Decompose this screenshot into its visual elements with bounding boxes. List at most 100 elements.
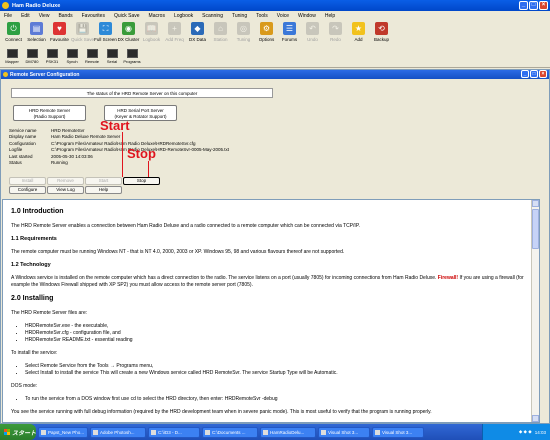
document-scrollbar[interactable] <box>531 200 539 422</box>
stop-button[interactable]: Stop <box>123 177 160 185</box>
toolbar-full-screen-button[interactable]: ⛶ Full Screen <box>94 20 117 47</box>
menu-bar: File Edit View Bands Favourites Quick Save Mac… <box>0 11 550 20</box>
info-value: Ham Radio Deluxe Remote Server <box>51 134 121 140</box>
para-debug: You see the service running with full de… <box>11 409 432 415</box>
start-annotation: Start <box>100 118 130 133</box>
maximize-button[interactable]: □ <box>529 1 538 10</box>
add-star-icon: ★ <box>352 22 365 35</box>
toolbar-favourite-button[interactable]: ♥ Favourite <box>48 20 71 47</box>
toolbar-undo-button[interactable]: ↶ Undo <box>301 20 324 47</box>
info-value: HRD RemoteSvr <box>51 127 85 133</box>
toolbar2-mapper-button[interactable]: Mapper <box>2 48 22 67</box>
install-step: Select Install to install the service Th… <box>25 370 531 377</box>
menu-item-macros[interactable]: Macros <box>149 13 165 19</box>
toolbar-button-label: Tuning <box>236 37 251 42</box>
toolbar2-serial-button[interactable]: Serial <box>102 48 122 67</box>
inner-close-button[interactable]: × <box>539 70 547 78</box>
close-button[interactable]: × <box>539 1 548 10</box>
toolbar-logbook-button[interactable]: 📖 Logbook <box>140 20 163 47</box>
toolbar2-button-label: Serial <box>106 59 118 64</box>
inner-minimize-button[interactable]: _ <box>521 70 529 78</box>
menu-item-scanning[interactable]: Scanning <box>202 13 223 19</box>
file-item: HRDRemoteSvr README.txt - essential read… <box>25 337 531 344</box>
toolbar-backup-button[interactable]: ⟲ Backup <box>370 20 393 47</box>
service-control-buttons: Install Remove Start Stop <box>9 177 160 185</box>
taskbar-task[interactable]: C:\Documents ... <box>202 426 258 438</box>
toolbar2-synch-button[interactable]: Synch <box>62 48 82 67</box>
toolbar2-remote-button[interactable]: Remote <box>82 48 102 67</box>
toolbar-dx-data-button[interactable]: ◆ DX Data <box>186 20 209 47</box>
toolbar-add-freq-button[interactable]: + Add Freq <box>163 20 186 47</box>
toolbar-forums-button[interactable]: ☰ Forums <box>278 20 301 47</box>
menu-item-file[interactable]: File <box>4 13 12 19</box>
toolbar2-programs-button[interactable]: Programs <box>122 48 142 67</box>
stop-annotation-line <box>148 161 149 177</box>
scroll-thumb[interactable] <box>532 209 539 249</box>
info-value: 2005-05-30 14:03:06 <box>51 153 93 159</box>
view-log-button[interactable]: View Log <box>47 186 84 194</box>
menu-item-help[interactable]: Help <box>325 13 335 19</box>
menu-item-tuning[interactable]: Tuning <box>232 13 247 19</box>
menu-item-favourites[interactable]: Favourites <box>82 13 105 19</box>
favourite-icon: ♥ <box>53 22 66 35</box>
windows-flag-icon <box>4 429 10 435</box>
info-key: Display name <box>9 134 37 140</box>
dx-data-icon: ◆ <box>191 22 204 35</box>
menu-item-tools[interactable]: Tools <box>256 13 268 19</box>
toolbar-tuning-button[interactable]: ◎ Tuning <box>232 20 255 47</box>
taskbar-task[interactable]: HamRadioDelu... <box>260 426 316 438</box>
scroll-down-arrow[interactable] <box>532 415 539 422</box>
menu-item-view[interactable]: View <box>39 13 50 19</box>
menu-item-logbook[interactable]: Logbook <box>174 13 193 19</box>
taskbar-task[interactable]: Visual Shot 3... <box>318 426 370 438</box>
toolbar-connect-button[interactable]: ⏻ Connect <box>2 20 25 47</box>
toolbar-options-button[interactable]: ⚙ Options <box>255 20 278 47</box>
toolbar2-dm780-button[interactable]: DM780 <box>22 48 42 67</box>
task-label: Visual Shot 3... <box>382 429 413 435</box>
taskbar-task[interactable]: Visual Shot 3... <box>372 426 424 438</box>
redo-icon: ↷ <box>329 22 342 35</box>
info-key: Logfile <box>9 147 23 153</box>
toolbar-button-label: Quick Save <box>71 37 95 42</box>
remove-button[interactable]: Remove <box>47 177 84 185</box>
configure-button[interactable]: Configure <box>9 186 46 194</box>
taskbar-task[interactable]: Adobe Photosh... <box>90 426 146 438</box>
taskbar-task[interactable]: Papst_New Pho... <box>38 426 88 438</box>
heading-technology: 1.2 Technology <box>11 262 51 268</box>
tray-icons: ◆ ◆ ◆ <box>518 429 532 434</box>
toolbar2-psk31-button[interactable]: PSK31 <box>42 48 62 67</box>
para-files: The HRD Remote Server files are: <box>11 310 88 316</box>
full-screen-icon: ⛶ <box>99 22 112 35</box>
menu-item-voice[interactable]: Voice <box>277 13 289 19</box>
minimize-button[interactable]: _ <box>519 1 528 10</box>
undo-icon: ↶ <box>306 22 319 35</box>
app-title: Ham Radio Deluxe <box>12 2 61 9</box>
help-button[interactable]: Help <box>85 186 122 194</box>
menu-item-quick-save[interactable]: Quick Save <box>114 13 140 19</box>
install-button[interactable]: Install <box>9 177 46 185</box>
toolbar-quick-save-button[interactable]: 💾 Quick Save <box>71 20 94 47</box>
system-tray: ◆ ◆ ◆ 14:03 <box>482 424 550 440</box>
add-freq-icon: + <box>168 22 181 35</box>
secondary-toolbar: Mapper DM780 PSK31 Synch Remote Serial Program… <box>0 48 550 68</box>
readme-document[interactable]: 1.0 Introduction The HRD Remote Server e… <box>2 199 540 423</box>
scroll-up-arrow[interactable] <box>532 200 539 207</box>
hrd-remote-server-button[interactable]: HRD Remote Server (Radio Support) <box>13 105 86 121</box>
menu-item-edit[interactable]: Edit <box>21 13 30 19</box>
toolbar-selection-button[interactable]: ▤ Selection <box>25 20 48 47</box>
toolbar-station-button[interactable]: ⌂ Station <box>209 20 232 47</box>
remote-server-config-window: Remote Server Configuration _ □ × The st… <box>0 69 550 424</box>
toolbar-button-label: DX Cluster <box>117 37 140 42</box>
start-button[interactable]: スタート <box>0 424 36 440</box>
file-item: HRDRemoteSvr.cfg - configuration file, a… <box>25 330 531 337</box>
toolbar-redo-button[interactable]: ↷ Redo <box>324 20 347 47</box>
technology-text: A Windows service is installed on the re… <box>11 275 437 281</box>
start-button[interactable]: Start <box>85 177 122 185</box>
inner-maximize-button[interactable]: □ <box>530 70 538 78</box>
toolbar-dx-cluster-button[interactable]: ◉ DX Cluster <box>117 20 140 47</box>
menu-item-window[interactable]: Window <box>298 13 316 19</box>
info-value: C:\Program Files\Amateur Radio\Ham Radio… <box>51 140 196 146</box>
taskbar-task[interactable]: C:\\D3 - D... <box>148 426 200 438</box>
menu-item-bands[interactable]: Bands <box>58 13 72 19</box>
toolbar-add-button[interactable]: ★ Add <box>347 20 370 47</box>
